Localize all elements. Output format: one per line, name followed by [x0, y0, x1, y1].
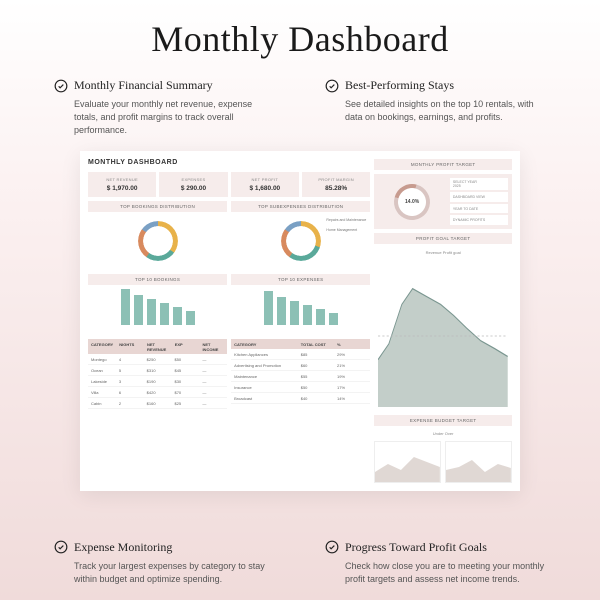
- spark-row: [374, 441, 512, 483]
- check-circle-icon: [325, 540, 339, 554]
- feature-financial-summary: Monthly Financial Summary Evaluate your …: [54, 78, 275, 137]
- table-head: CATEGORY TOTAL COST %: [231, 339, 370, 349]
- table-row: Montego4$250$50—: [88, 354, 227, 365]
- donut-bookings: [88, 212, 227, 270]
- section-profit-target: MONTHLY PROFIT TARGET: [374, 159, 512, 170]
- feature-desc: See detailed insights on the top 10 rent…: [325, 98, 546, 124]
- area-chart: [374, 261, 512, 411]
- section-top-expenses: TOP 10 EXPENSES: [231, 274, 370, 285]
- feature-title: Expense Monitoring: [74, 540, 172, 555]
- feature-desc: Track your largest expenses by category …: [54, 560, 275, 586]
- features-top: Monthly Financial Summary Evaluate your …: [0, 60, 600, 137]
- donut-icon: [281, 221, 321, 261]
- donut-icon: [138, 221, 178, 261]
- dashboard-preview: MONTHLY DASHBOARD NET REVENUE$ 1,970.00 …: [80, 151, 520, 491]
- bar: [316, 309, 325, 325]
- kpi-net-revenue: NET REVENUE$ 1,970.00: [88, 172, 156, 197]
- bar: [264, 291, 273, 325]
- section-subexpense-dist: TOP SUBEXPENSES DISTRIBUTION: [231, 201, 370, 212]
- legend: Revenue Profit goal: [374, 248, 512, 257]
- kpi-row: NET REVENUE$ 1,970.00 EXPENSES$ 290.00 N…: [88, 172, 370, 197]
- bars-expenses: [231, 285, 370, 335]
- check-circle-icon: [54, 79, 68, 93]
- bar: [277, 297, 286, 325]
- section-goal-target: PROFIT GOAL TARGET: [374, 233, 512, 244]
- stat-box: DASHBOARD VIEW: [450, 192, 508, 202]
- table-row: Villa6$420$70—: [88, 387, 227, 398]
- check-circle-icon: [325, 79, 339, 93]
- table-row: Broadcast$4014%: [231, 393, 370, 404]
- table-head: CATEGORY NIGHTS NET REVENUE EXP NET INCO…: [88, 339, 227, 354]
- feature-title: Monthly Financial Summary: [74, 78, 213, 93]
- feature-desc: Check how close you are to meeting your …: [325, 560, 546, 586]
- kpi-net-profit: NET PROFIT$ 1,680.00: [231, 172, 299, 197]
- page-title: Monthly Dashboard: [0, 0, 600, 60]
- gauge-panel: 14.0% SELECT YEAR2025 DASHBOARD VIEW YEA…: [374, 174, 512, 229]
- table-row: Advertising and Promotion$6021%: [231, 360, 370, 371]
- feature-title: Best-Performing Stays: [345, 78, 454, 93]
- bar: [134, 295, 143, 325]
- spark-icon: [446, 442, 511, 482]
- feature-desc: Evaluate your monthly net revenue, expen…: [54, 98, 275, 137]
- area-chart-icon: [378, 265, 508, 407]
- bar: [186, 311, 195, 325]
- kpi-profit-margin: PROFIT MARGIN85.28%: [302, 172, 370, 197]
- table-expenses: CATEGORY TOTAL COST % Kitchen Appliances…: [231, 339, 370, 483]
- spark-chart: [374, 441, 441, 483]
- stat-box: YEAR TO DATE: [450, 204, 508, 214]
- bar: [121, 289, 130, 325]
- feature-profit-goals: Progress Toward Profit Goals Check how c…: [325, 540, 546, 586]
- spark-chart: [445, 441, 512, 483]
- feature-title: Progress Toward Profit Goals: [345, 540, 487, 555]
- donut-subexpense: Repairs and Maintenance Home Management: [231, 212, 370, 270]
- legend: Under Over: [374, 430, 512, 437]
- feature-expense-monitoring: Expense Monitoring Track your largest ex…: [54, 540, 275, 586]
- bars-bookings: [88, 285, 227, 335]
- table-row: Cabin2$160$25—: [88, 398, 227, 409]
- table-row: Maintenance$5519%: [231, 371, 370, 382]
- section-top-bookings: TOP 10 BOOKINGS: [88, 274, 227, 285]
- table-row: Insurance$5017%: [231, 382, 370, 393]
- features-bottom: Expense Monitoring Track your largest ex…: [0, 522, 600, 586]
- section-expense-budget: EXPENSE BUDGET TARGET: [374, 415, 512, 426]
- dashboard-heading: MONTHLY DASHBOARD: [88, 159, 370, 166]
- bar: [290, 301, 299, 325]
- donut-legend: Repairs and Maintenance Home Management: [326, 218, 366, 233]
- check-circle-icon: [54, 540, 68, 554]
- feature-best-stays: Best-Performing Stays See detailed insig…: [325, 78, 546, 137]
- bar: [173, 307, 182, 325]
- stat-box: SELECT YEAR2025: [450, 178, 508, 190]
- table-row: Ocean5$310$45—: [88, 365, 227, 376]
- table-row: Lakeside3$190$30—: [88, 376, 227, 387]
- table-bookings: CATEGORY NIGHTS NET REVENUE EXP NET INCO…: [88, 339, 227, 483]
- stat-box: DYNAMIC PROFITS: [450, 215, 508, 225]
- bar: [329, 313, 338, 325]
- bar: [160, 303, 169, 325]
- kpi-expenses: EXPENSES$ 290.00: [159, 172, 227, 197]
- table-row: Kitchen Appliances$8529%: [231, 349, 370, 360]
- gauge-icon: 14.0%: [387, 177, 436, 226]
- section-bookings-dist: TOP BOOKINGS DISTRIBUTION: [88, 201, 227, 212]
- bar: [147, 299, 156, 325]
- spark-icon: [375, 442, 440, 482]
- bar: [303, 305, 312, 325]
